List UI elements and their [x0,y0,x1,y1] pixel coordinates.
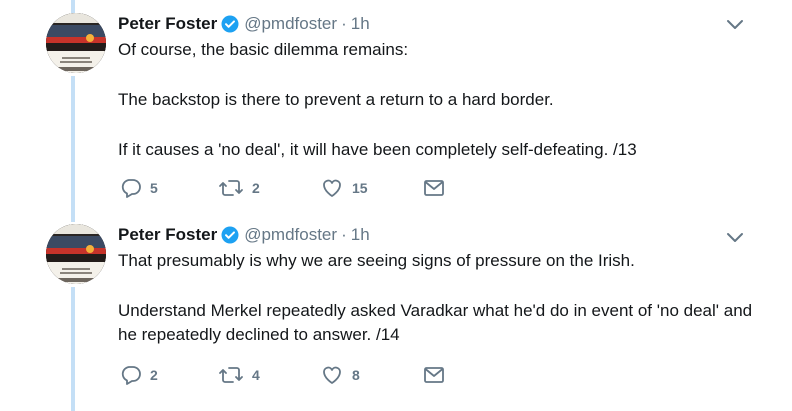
like-button[interactable]: 8 [320,363,360,387]
like-button[interactable]: 15 [320,176,368,200]
tweet-paragraph: Understand Merkel repeatedly asked Varad… [118,301,753,344]
direct-message-icon [422,177,446,199]
verified-badge-icon [221,15,239,33]
tweet[interactable]: Peter Foster @pmdfoster · 1h Of course, … [0,13,792,213]
avatar[interactable] [46,224,106,284]
tweet-text: Of course, the basic dilemma remains: Th… [118,38,758,162]
reply-icon [120,364,142,386]
avatar[interactable] [46,13,106,73]
chevron-down-icon[interactable] [726,18,744,32]
tweet-actions: 5 2 15 [118,176,458,200]
direct-message-button[interactable] [422,363,446,387]
separator-dot: · [341,14,347,33]
tweet-paragraph: The backstop is there to prevent a retur… [118,90,554,109]
reply-count: 2 [150,367,158,383]
like-icon [320,364,344,386]
reply-button[interactable]: 2 [120,363,158,387]
like-count: 8 [352,367,360,383]
retweet-icon [218,364,244,386]
tweet-text: That presumably is why we are seeing sig… [118,249,758,347]
timestamp[interactable]: 1h [351,14,370,34]
tweet-paragraph: If it causes a 'no deal', it will have b… [118,140,637,159]
thread-line [71,0,75,13]
retweet-button[interactable]: 4 [218,363,260,387]
author-handle[interactable]: @pmdfoster [244,225,337,245]
tweet-actions: 2 4 8 [118,363,458,387]
reply-button[interactable]: 5 [120,176,158,200]
reply-icon [120,177,142,199]
direct-message-button[interactable] [422,176,446,200]
like-icon [320,177,344,199]
retweet-button[interactable]: 2 [218,176,260,200]
direct-message-icon [422,364,446,386]
retweet-count: 2 [252,180,260,196]
tweet-header: Peter Foster @pmdfoster · 1h [118,13,370,35]
chevron-down-icon[interactable] [726,231,744,245]
separator-dot: · [341,225,347,244]
verified-badge-icon [221,226,239,244]
tweet-paragraph: Of course, the basic dilemma remains: [118,40,409,59]
retweet-count: 4 [252,367,260,383]
tweet-paragraph: That presumably is why we are seeing sig… [118,251,635,270]
retweet-icon [218,177,244,199]
timestamp[interactable]: 1h [351,225,370,245]
author-handle[interactable]: @pmdfoster [244,14,337,34]
author-name[interactable]: Peter Foster [118,14,217,34]
author-name[interactable]: Peter Foster [118,225,217,245]
reply-count: 5 [150,180,158,196]
tweet-header: Peter Foster @pmdfoster · 1h [118,224,370,246]
like-count: 15 [352,180,368,196]
tweet[interactable]: Peter Foster @pmdfoster · 1h That presum… [0,224,792,399]
